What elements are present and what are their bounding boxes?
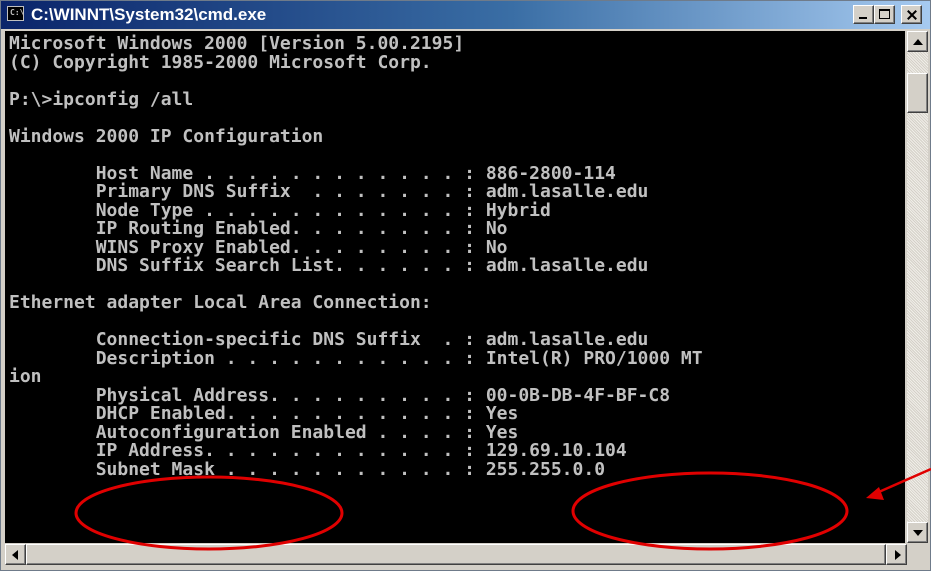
arrow-down-icon	[913, 530, 923, 536]
arrow-right-icon	[895, 550, 901, 560]
maximize-icon	[879, 9, 890, 19]
horizontal-scrollbar[interactable]	[5, 544, 907, 565]
cmd-window: C:\ C:\WINNT\System32\cmd.exe Microsoft …	[0, 0, 931, 571]
arrow-left-icon	[12, 550, 18, 560]
console-line: (C) Copyright 1985-2000 Microsoft Corp.	[9, 51, 432, 73]
console-line: IP Address. . . . . . . . . . . . : 129.…	[9, 440, 627, 461]
scroll-right-button[interactable]	[886, 544, 907, 565]
horizontal-scroll-thumb[interactable]	[26, 544, 886, 565]
console-line: ion	[9, 366, 42, 387]
resize-grip[interactable]	[907, 544, 928, 565]
console-line: Subnet Mask . . . . . . . . . . . : 255.…	[9, 458, 606, 480]
cmd-icon-glyph: C:\	[10, 8, 25, 17]
console-line: Ethernet adapter Local Area Connection:	[9, 292, 432, 313]
console-text: Microsoft Windows 2000 [Version 5.00.219…	[5, 31, 905, 479]
scroll-left-button[interactable]	[5, 544, 26, 565]
console-line: Primary DNS Suffix . . . . . . . : adm.l…	[9, 181, 649, 202]
vertical-scrollbar[interactable]	[907, 31, 928, 543]
console-line: DNS Suffix Search List. . . . . . : adm.…	[9, 255, 649, 276]
scroll-up-button[interactable]	[907, 31, 928, 52]
console-output[interactable]: Microsoft Windows 2000 [Version 5.00.219…	[5, 31, 905, 543]
cmd-app-icon[interactable]: C:\	[7, 6, 24, 21]
vertical-scroll-thumb[interactable]	[907, 73, 928, 113]
console-line: Microsoft Windows 2000 [Version 5.00.219…	[9, 33, 465, 54]
title-bar[interactable]: C:\ C:\WINNT\System32\cmd.exe	[1, 1, 930, 29]
console-line: Connection-specific DNS Suffix . : adm.l…	[9, 329, 649, 350]
console-line: Description . . . . . . . . . . . : Inte…	[9, 347, 703, 369]
minimize-icon	[859, 17, 867, 19]
close-button[interactable]	[901, 5, 922, 24]
arrow-up-icon	[913, 39, 923, 45]
console-line: DHCP Enabled. . . . . . . . . . . : Yes	[9, 403, 519, 424]
console-line: Windows 2000 IP Configuration	[9, 125, 324, 147]
console-line: P:\>ipconfig /all	[9, 88, 194, 110]
scroll-down-button[interactable]	[907, 522, 928, 543]
console-line: IP Routing Enabled. . . . . . . . : No	[9, 218, 508, 239]
window-title: C:\WINNT\System32\cmd.exe	[31, 5, 267, 24]
minimize-button[interactable]	[853, 5, 874, 24]
maximize-button[interactable]	[874, 5, 895, 24]
